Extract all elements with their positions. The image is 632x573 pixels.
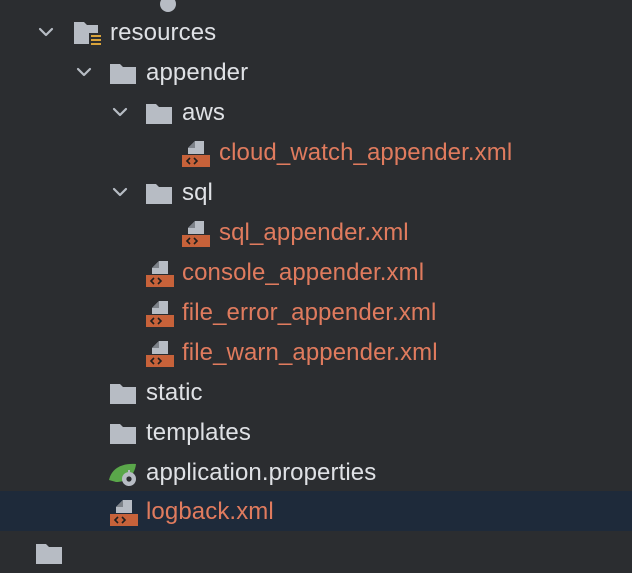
tree-item-label: templates [146,419,251,446]
tree-item-label: console_appender.xml [182,259,425,286]
tree-item-console-appender[interactable]: console_appender.xml [0,252,632,292]
xml-file-icon [144,300,176,328]
tree-item-label: file_warn_appender.xml [182,339,438,366]
tree-row-cut-bottom [0,532,632,572]
project-tree: resources appender aws cloud_watch_appen… [0,0,632,564]
tree-item-templates[interactable]: templates [0,412,632,452]
resources-folder-icon [72,20,104,48]
xml-file-icon [180,220,212,248]
tree-item-label: resources [110,19,217,46]
tree-item-label: static [146,379,203,406]
tree-item-static[interactable]: static [0,372,632,412]
chevron-down-icon[interactable] [74,62,94,82]
folder-icon [108,60,140,88]
tree-item-appender[interactable]: appender [0,52,632,92]
folder-icon [144,180,176,208]
tree-item-aws[interactable]: aws [0,92,632,132]
tree-item-file-error-appender[interactable]: file_error_appender.xml [0,292,632,332]
tree-item-label: file_error_appender.xml [182,299,437,326]
tree-item-resources[interactable]: resources [0,12,632,52]
tree-item-label: sql_appender.xml [219,219,409,246]
tree-item-logback[interactable]: logback.xml [0,491,632,531]
tree-item-sql[interactable]: sql [0,172,632,212]
tree-item-label: cloud_watch_appender.xml [219,139,513,166]
folder-icon [108,420,140,448]
tree-item-file-warn-appender[interactable]: file_warn_appender.xml [0,332,632,372]
tree-item-application-properties[interactable]: application.properties [0,452,632,492]
chevron-down-icon[interactable] [36,22,56,42]
tree-item-label: logback.xml [146,498,274,525]
tree-item-label: appender [146,59,249,86]
folder-icon [108,380,140,408]
folder-icon [144,100,176,128]
chevron-down-icon[interactable] [110,102,130,122]
tree-item-label: aws [182,99,225,126]
tree-item-sql-appender[interactable]: sql_appender.xml [0,212,632,252]
xml-file-icon [180,140,212,168]
folder-icon [34,540,66,568]
xml-file-icon [144,340,176,368]
tree-item-label: application.properties [146,459,377,486]
spring-properties-icon [108,460,140,488]
xml-file-icon [108,499,140,527]
chevron-down-icon[interactable] [110,182,130,202]
tree-item-label: sql [182,179,213,206]
tree-item-cloud-watch-appender[interactable]: cloud_watch_appender.xml [0,132,632,172]
xml-file-icon [144,260,176,288]
